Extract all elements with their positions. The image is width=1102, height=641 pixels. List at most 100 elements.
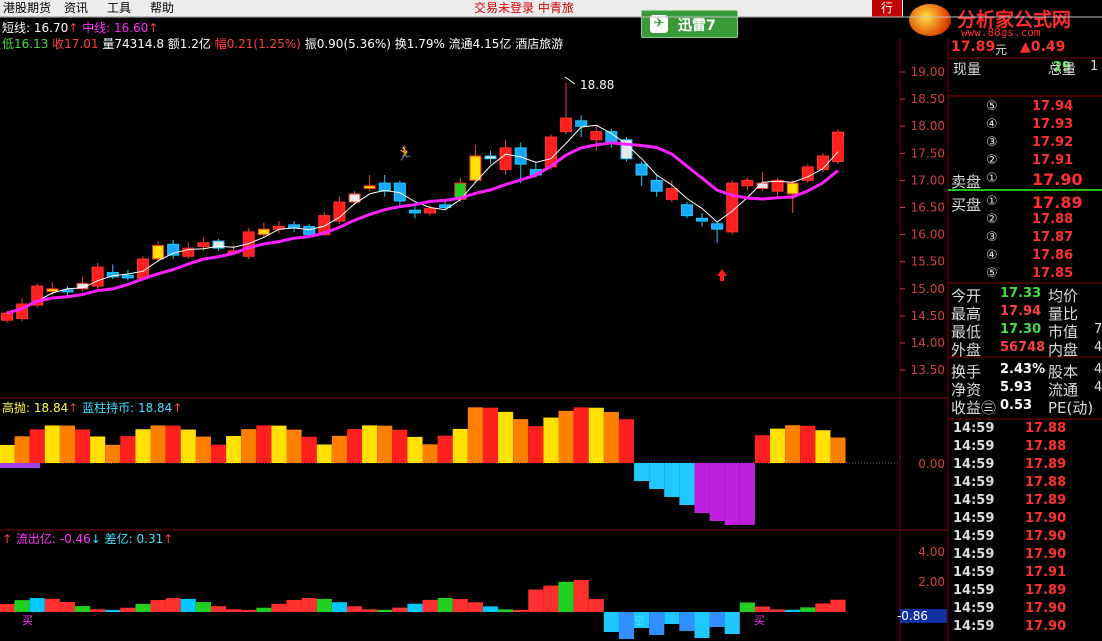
- ind1-bar-0: [0, 445, 15, 463]
- stat-value-0: 17.33: [1000, 286, 1042, 301]
- ind2-bar-25: [377, 609, 393, 612]
- tick-price-11: 17.90: [1025, 619, 1067, 634]
- ind2-bar-29: [437, 598, 453, 612]
- tick-time-7: 14:59: [953, 547, 995, 562]
- ind1-bar-25: [377, 425, 393, 463]
- stock-chart[interactable]: 19.00 18.50 18.00 17.50 17.00 16.50 16.00 15.50…: [0, 0, 1102, 641]
- candle-body-45: [680, 204, 693, 217]
- stat-label-6: 收益㊂: [951, 399, 997, 417]
- tick-price-10: 17.90: [1025, 601, 1067, 616]
- ind2-bar-34: [513, 609, 529, 612]
- ind1-bar-54: [815, 430, 831, 463]
- candle-body-32: [484, 155, 497, 160]
- ind1-left-neg: [0, 463, 40, 468]
- ind2-bar-52: [785, 609, 801, 612]
- ind1-bar-12: [180, 429, 196, 463]
- ind2-bar-30: [452, 598, 468, 612]
- ind1-bar-29: [437, 435, 453, 463]
- price-axis-label-6: 16.00: [911, 228, 945, 242]
- tick-price-9: 17.89: [1025, 583, 1067, 598]
- stat-label2-6: PE(动): [1048, 399, 1094, 417]
- tick-price-0: 17.88: [1025, 421, 1067, 436]
- tick-price-3: 17.88: [1025, 475, 1067, 490]
- candle-body-52: [786, 182, 799, 195]
- bid-price-3: 17.87: [1032, 230, 1074, 245]
- ind2-bar-35: [528, 589, 544, 612]
- candle-body-33: [499, 147, 512, 171]
- ask-level-4: ④: [986, 117, 998, 132]
- ind2-bar-49: [739, 602, 755, 612]
- ind1-bar-4: [59, 425, 75, 463]
- total-volume-value: 1: [1090, 59, 1099, 74]
- price-axis-label-4: 17.00: [911, 173, 945, 187]
- ind2-bar-7: [105, 609, 121, 612]
- ind2-bar-37: [558, 581, 574, 612]
- ind2-bar-6: [90, 609, 106, 612]
- ind2-bar-22: [331, 602, 347, 612]
- ind2-bar-4: [59, 601, 75, 612]
- ind2-bar-12: [180, 598, 196, 612]
- ind2-bar-1: [14, 600, 30, 612]
- candle-body-42: [635, 163, 648, 176]
- ind2-bar-31: [467, 602, 483, 612]
- ind2-bar-26: [392, 607, 408, 612]
- ind2-bar-neg-40: [603, 612, 619, 632]
- ind1-bar-50: [754, 435, 771, 463]
- total-volume-label: 总量: [1048, 62, 1076, 78]
- bid-price-5: 17.85: [1032, 266, 1074, 281]
- ind2-bar-2: [29, 598, 45, 612]
- buy-label-2: 买: [754, 614, 765, 627]
- ask-level-5: ⑤: [986, 99, 998, 114]
- ind2-bar-0: [0, 604, 15, 612]
- stat-value-4: 2.43%: [1000, 362, 1046, 377]
- bid-level-5: ⑤: [986, 266, 998, 281]
- ind2-bar-50: [754, 606, 771, 612]
- ind2-bar-3: [44, 598, 60, 612]
- buy-label-1: 买: [22, 614, 33, 627]
- ind1-bar-1: [14, 436, 30, 463]
- ask1-level: ①: [986, 171, 998, 186]
- tick-price-4: 17.89: [1025, 493, 1067, 508]
- price-axis-label-1: 18.50: [911, 92, 945, 106]
- ind2-bar-8: [120, 607, 136, 612]
- ind1-bar-14: [210, 444, 227, 463]
- ind1-bar-8: [120, 436, 136, 463]
- ind2-bar-14: [210, 606, 227, 612]
- price-axis-label-11: 13.50: [911, 363, 945, 377]
- stat-value-6: 0.53: [1000, 398, 1033, 413]
- stat-value2-2: 7: [1094, 322, 1102, 337]
- ind1-bar-neg-42: [634, 463, 650, 481]
- candle-body-0: [1, 312, 13, 321]
- ind1-bar-2: [29, 429, 45, 463]
- price-axis-label-8: 15.00: [911, 282, 945, 296]
- candle-body-44: [665, 188, 678, 200]
- ind1-bar-32: [482, 407, 499, 463]
- price-axis-label-5: 16.50: [911, 201, 945, 215]
- candle-body-49: [741, 179, 754, 187]
- ind1-bar-28: [422, 444, 438, 463]
- bid1-price: 17.89: [1032, 193, 1083, 212]
- ind2-bar-neg-46: [694, 612, 710, 638]
- stat-value2-3: 4: [1094, 340, 1102, 355]
- candle-body-38: [575, 120, 588, 127]
- tick-price-8: 17.91: [1025, 565, 1067, 580]
- tick-time-4: 14:59: [953, 493, 995, 508]
- bid-level-4: ④: [986, 248, 998, 263]
- candle-body-55: [832, 131, 844, 162]
- ind1-bar-6: [90, 436, 106, 463]
- ask1-label: 卖盘: [951, 173, 982, 191]
- ind2-bar-neg-47: [709, 612, 725, 627]
- ind1-bar-31: [467, 407, 483, 463]
- ask-price-3: 17.92: [1032, 135, 1074, 150]
- ind2-bar-neg-45: [679, 612, 695, 631]
- ind1-bar-19: [286, 429, 302, 463]
- ind2-bar-21: [316, 598, 332, 612]
- ask1-price: 17.90: [1032, 170, 1083, 189]
- ind1-bar-35: [528, 426, 544, 463]
- ind1-bar-neg-44: [664, 463, 680, 497]
- ind1-bar-26: [392, 429, 408, 463]
- bid-price-2: 17.88: [1032, 212, 1074, 227]
- bid1-label: 买盘: [951, 196, 982, 214]
- ind2-bar-neg-43: [649, 612, 665, 635]
- candle-body-37: [560, 117, 573, 133]
